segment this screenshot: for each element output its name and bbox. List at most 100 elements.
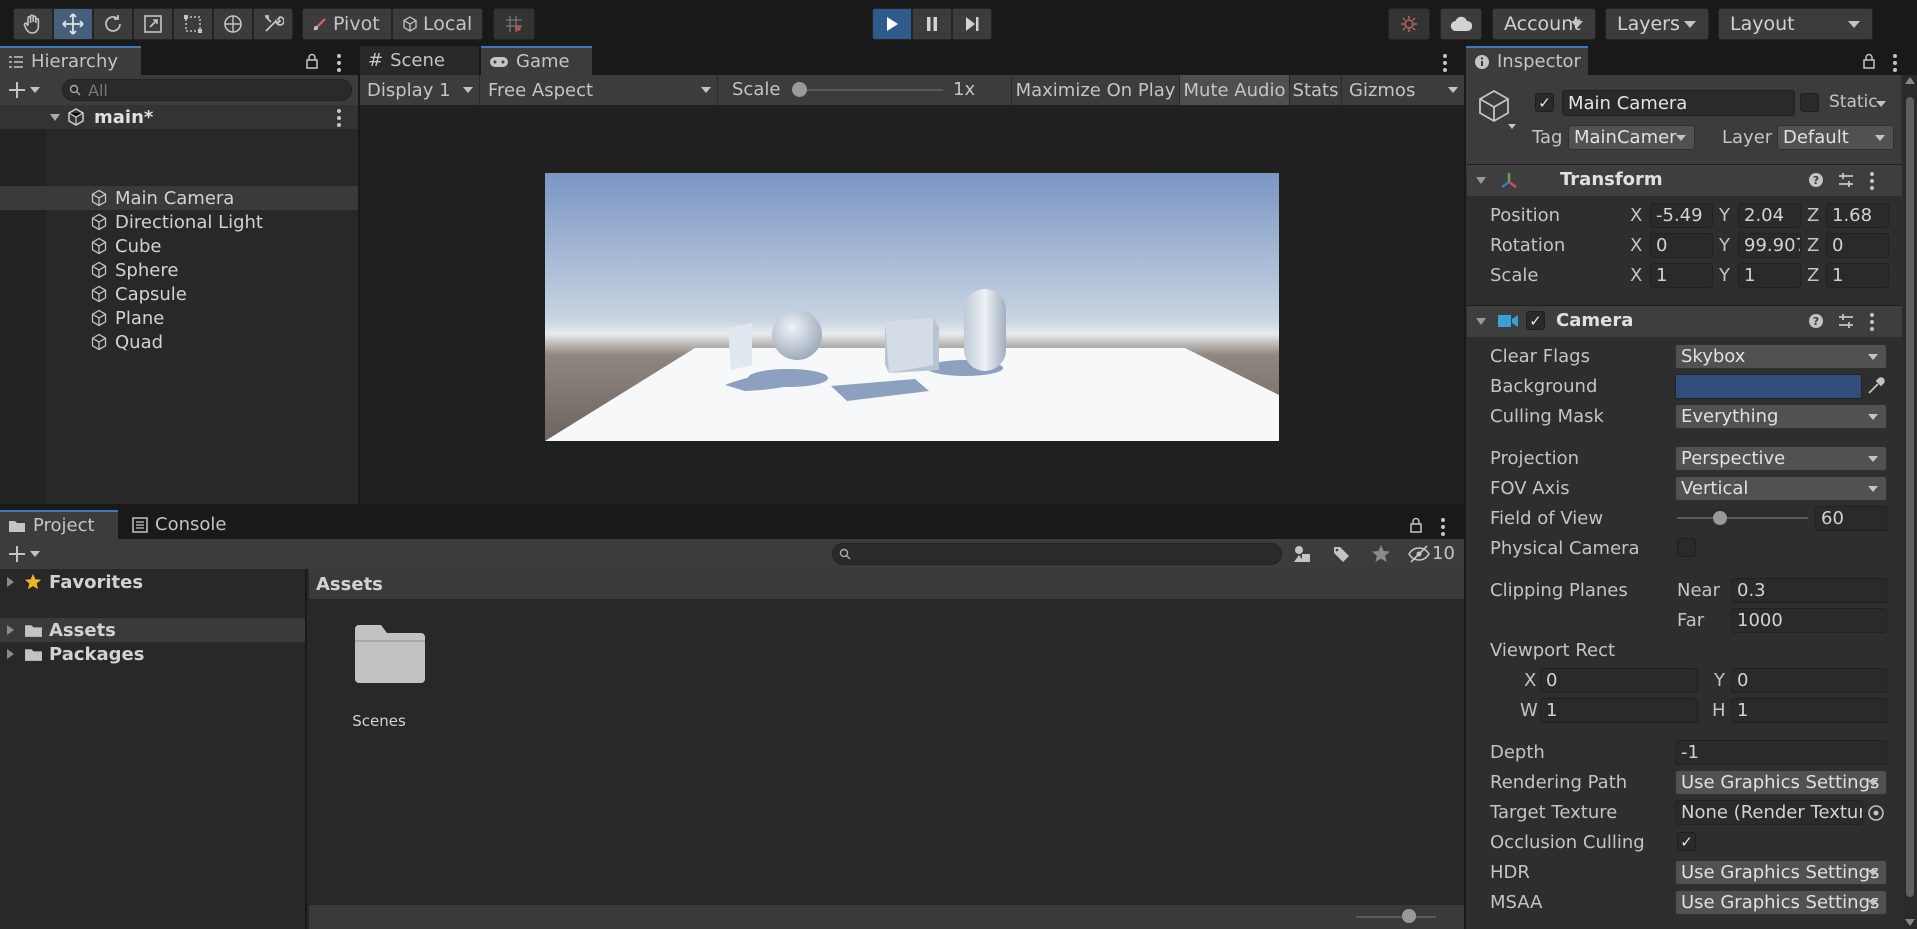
game-viewport[interactable]	[545, 173, 1279, 441]
viewport-y-input[interactable]: 0	[1731, 668, 1887, 693]
transform-menu-icon[interactable]	[1870, 172, 1874, 190]
object-name-input[interactable]: Main Camera	[1562, 90, 1795, 116]
layer-dropdown[interactable]: Default	[1777, 125, 1894, 150]
grid-snap-button[interactable]	[493, 8, 535, 40]
maximize-on-play-toggle[interactable]: Maximize On Play	[1011, 75, 1179, 105]
hierarchy-menu-icon[interactable]	[337, 54, 341, 72]
hierarchy-item[interactable]: Directional Light	[0, 210, 358, 234]
scale-slider-thumb[interactable]	[792, 82, 807, 97]
scroll-up-icon[interactable]	[1905, 77, 1915, 84]
move-tool-button[interactable]	[53, 8, 93, 40]
background-color-swatch[interactable]	[1675, 374, 1862, 399]
game-menu-icon[interactable]	[1443, 54, 1447, 72]
hierarchy-item[interactable]: Plane	[0, 306, 358, 330]
depth-input[interactable]: -1	[1675, 740, 1887, 765]
eyedropper-icon[interactable]	[1866, 376, 1886, 396]
hdr-dropdown[interactable]: Use Graphics Settings	[1675, 860, 1887, 885]
rotation-y-label[interactable]: Y	[1719, 235, 1730, 256]
hidden-packages-toggle[interactable]: 10	[1408, 543, 1455, 564]
collab-button[interactable]	[1388, 8, 1430, 40]
rotate-tool-button[interactable]	[93, 8, 133, 40]
object-picker-icon[interactable]	[1867, 804, 1885, 822]
cloud-button[interactable]	[1440, 8, 1482, 40]
project-create-button[interactable]	[8, 545, 40, 563]
target-texture-field[interactable]: None (Render Texture)	[1675, 800, 1863, 825]
scroll-down-icon[interactable]	[1905, 919, 1915, 926]
scale-z-label[interactable]: Z	[1807, 265, 1819, 286]
fov-axis-dropdown[interactable]: Vertical	[1675, 476, 1887, 501]
tab-inspector[interactable]: Inspector	[1466, 46, 1588, 75]
camera-menu-icon[interactable]	[1870, 313, 1874, 331]
hierarchy-item[interactable]: Cube	[0, 234, 358, 258]
transform-header[interactable]	[1467, 164, 1902, 196]
foldout-arrow-icon[interactable]	[1476, 177, 1486, 184]
local-toggle-button[interactable]: Local	[392, 8, 483, 40]
position-x-label[interactable]: X	[1630, 205, 1642, 226]
project-search-input[interactable]	[832, 543, 1282, 565]
scale-slider-track[interactable]	[798, 89, 943, 91]
scale-y-input[interactable]: 1	[1738, 263, 1801, 288]
preset-sliders-icon[interactable]	[1838, 313, 1854, 329]
breadcrumb-assets[interactable]: Assets	[316, 574, 383, 595]
culling-mask-dropdown[interactable]: Everything	[1675, 404, 1887, 429]
rect-tool-button[interactable]	[173, 8, 213, 40]
gizmos-dropdown[interactable]: Gizmos	[1341, 75, 1464, 105]
scale-x-label[interactable]: X	[1630, 265, 1642, 286]
scale-x-input[interactable]: 1	[1650, 263, 1713, 288]
label-tag-icon[interactable]	[1332, 545, 1350, 563]
pivot-toggle-button[interactable]: Pivot	[302, 8, 392, 40]
hierarchy-item[interactable]: Capsule	[0, 282, 358, 306]
hierarchy-item[interactable]: Main Camera	[0, 186, 358, 210]
scene-row[interactable]: main*	[0, 105, 358, 129]
account-dropdown[interactable]: Account	[1492, 8, 1596, 40]
fov-input[interactable]: 60	[1815, 506, 1887, 531]
icon-size-slider-thumb[interactable]	[1402, 909, 1416, 923]
tab-scene[interactable]: # Scene	[360, 46, 479, 75]
scale-z-input[interactable]: 1	[1826, 263, 1889, 288]
camera-enabled-checkbox[interactable]: ✓	[1526, 311, 1545, 330]
lock-icon[interactable]	[305, 53, 319, 69]
clear-flags-dropdown[interactable]: Skybox	[1675, 344, 1887, 369]
viewport-h-input[interactable]: 1	[1731, 698, 1887, 723]
position-x-input[interactable]: -5.49	[1650, 203, 1713, 228]
projection-dropdown[interactable]: Perspective	[1675, 446, 1887, 471]
tag-dropdown[interactable]: MainCamer	[1568, 125, 1695, 150]
help-icon[interactable]: ?	[1808, 313, 1824, 329]
layers-dropdown[interactable]: Layers	[1605, 8, 1709, 40]
position-y-label[interactable]: Y	[1719, 205, 1730, 226]
fov-slider-track[interactable]	[1677, 511, 1808, 525]
rotation-x-input[interactable]: 0	[1650, 233, 1713, 258]
near-input[interactable]: 0.3	[1731, 578, 1887, 603]
hand-tool-button[interactable]	[13, 8, 53, 40]
static-dropdown-icon[interactable]	[1876, 101, 1886, 107]
scale-y-label[interactable]: Y	[1719, 265, 1730, 286]
rotation-z-input[interactable]: 0	[1826, 233, 1889, 258]
hierarchy-item[interactable]: Sphere	[0, 258, 358, 282]
tab-project[interactable]: Project	[0, 510, 118, 539]
transform-tool-button[interactable]	[213, 8, 253, 40]
inspector-scroll-thumb[interactable]	[1906, 97, 1914, 897]
favorites-row[interactable]: Favorites	[0, 570, 305, 594]
hierarchy-search-input[interactable]: All	[62, 79, 352, 101]
create-button[interactable]	[8, 81, 40, 99]
stats-toggle[interactable]: Stats	[1289, 75, 1341, 105]
far-input[interactable]: 1000	[1731, 608, 1887, 633]
position-y-input[interactable]: 2.04	[1738, 203, 1801, 228]
play-button[interactable]	[872, 8, 912, 40]
tab-console[interactable]: Console	[124, 510, 252, 539]
scene-menu-icon[interactable]	[337, 109, 341, 127]
packages-row[interactable]: Packages	[0, 642, 305, 666]
static-checkbox[interactable]	[1800, 93, 1819, 112]
rendering-path-dropdown[interactable]: Use Graphics Settings	[1675, 770, 1887, 795]
tab-hierarchy[interactable]: Hierarchy	[0, 46, 141, 75]
foldout-arrow-icon[interactable]	[1476, 318, 1486, 325]
viewport-w-input[interactable]: 1	[1540, 698, 1698, 723]
lock-icon[interactable]	[1862, 53, 1876, 69]
position-z-input[interactable]: 1.68	[1826, 203, 1889, 228]
inspector-menu-icon[interactable]	[1893, 54, 1897, 72]
icon-size-slider-track[interactable]	[1356, 916, 1436, 918]
rotation-x-label[interactable]: X	[1630, 235, 1642, 256]
active-checkbox[interactable]: ✓	[1535, 93, 1554, 112]
pause-button[interactable]	[912, 8, 952, 40]
mute-audio-toggle[interactable]: Mute Audio	[1179, 75, 1289, 105]
